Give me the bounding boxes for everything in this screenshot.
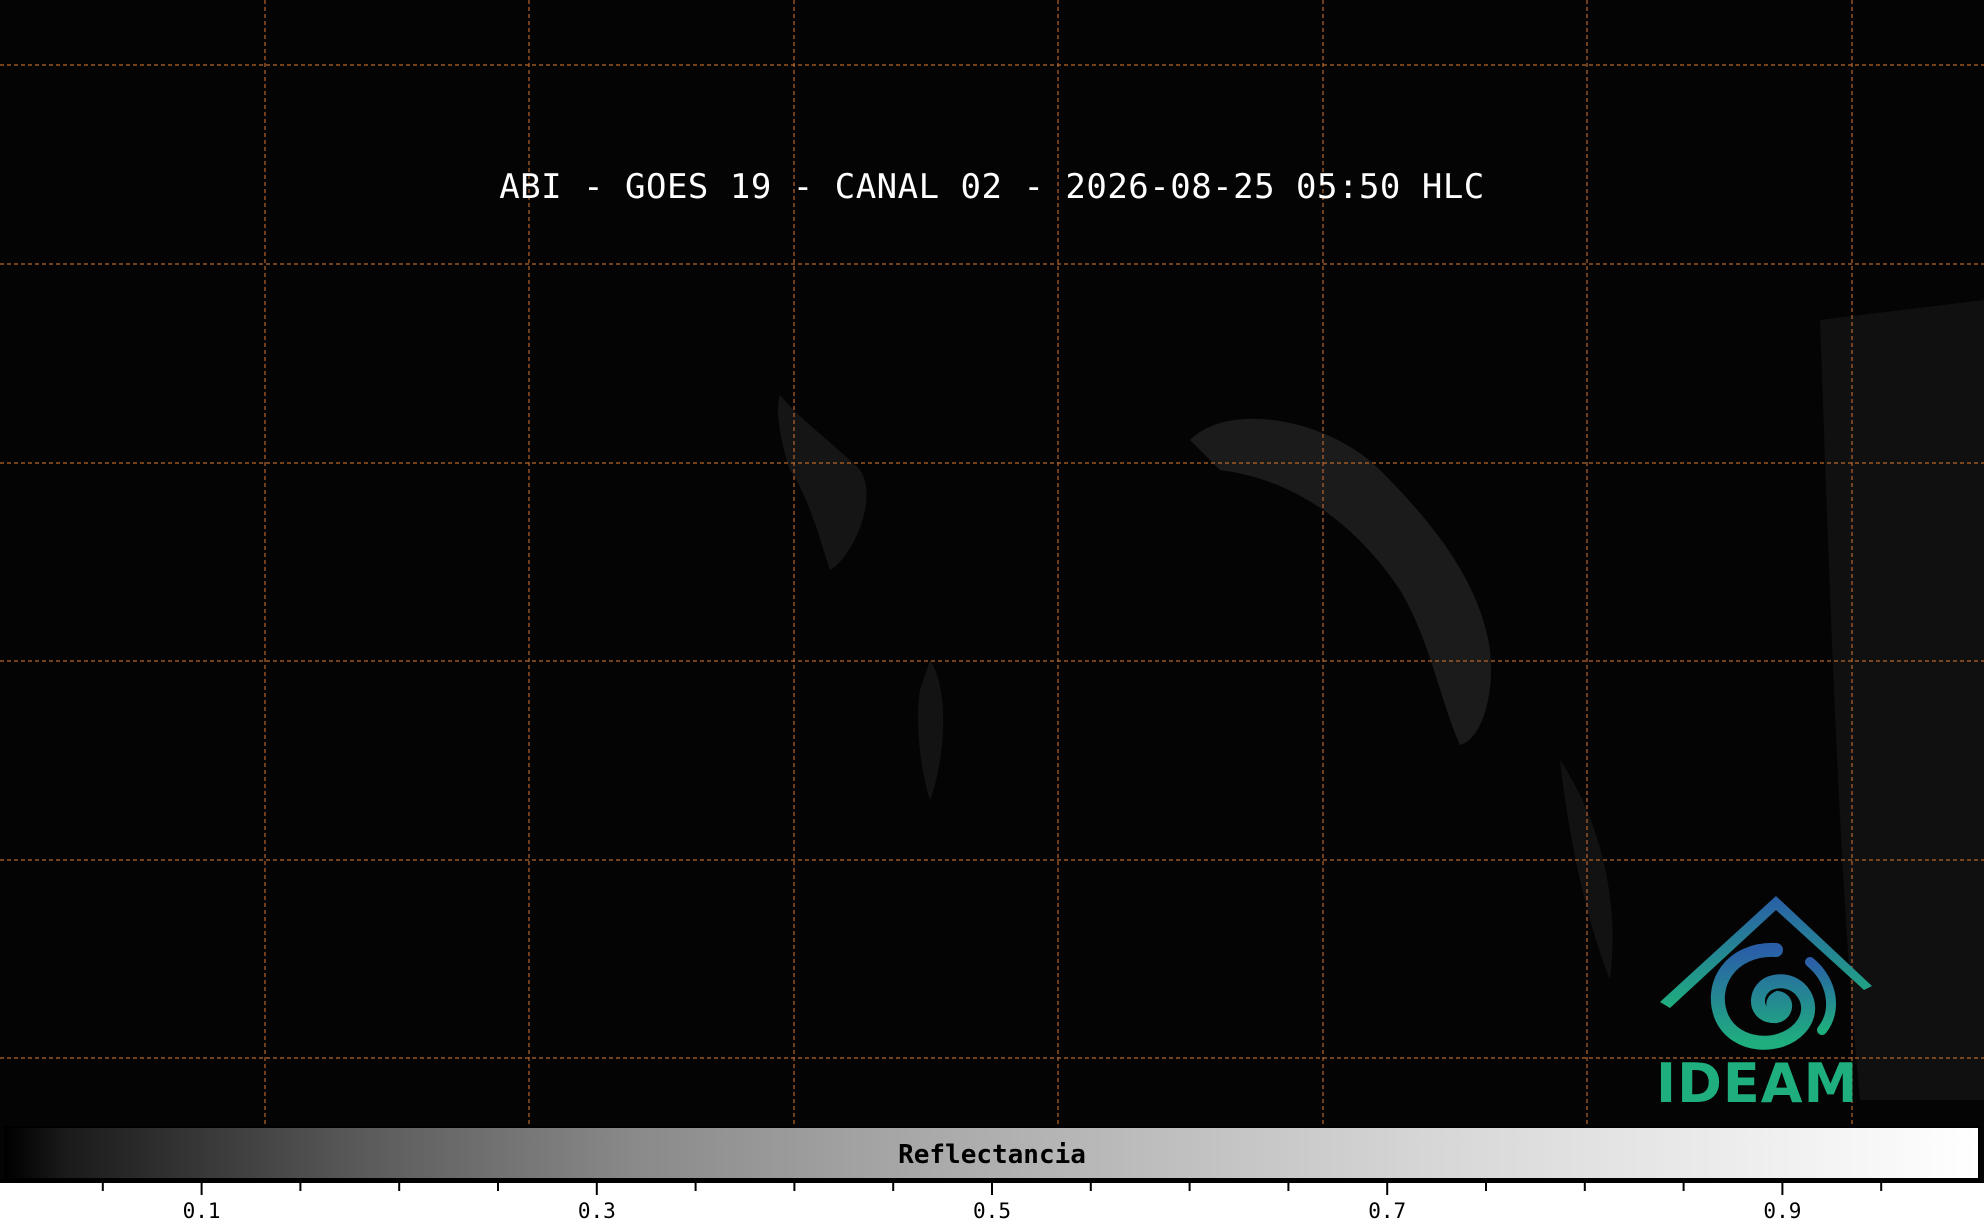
colorbar: Reflectancia	[4, 1126, 1980, 1180]
colorbar-tick-label: 0.1	[183, 1199, 221, 1223]
map-title: ABI - GOES 19 - CANAL 02 - 2026-08-25 05…	[499, 167, 1485, 207]
colorbar-tick-label: 0.7	[1368, 1199, 1406, 1223]
colorbar-tick-label: 0.3	[578, 1199, 616, 1223]
ideam-logo-text: IDEAM	[1656, 1052, 1859, 1115]
cloud-blob	[1190, 418, 1491, 745]
colorbar-tick-label: 0.5	[973, 1199, 1011, 1223]
satellite-map: ABI - GOES 19 - CANAL 02 - 2026-08-25 05…	[0, 0, 1984, 1223]
cloud-blob	[1560, 760, 1613, 980]
colorbar-ticks: 0.1 0.3 0.5 0.7 0.9	[101, 1183, 1883, 1223]
colorbar-label: Reflectancia	[898, 1140, 1086, 1170]
cloud-blob	[778, 395, 867, 570]
colorbar-axis: 0.1 0.3 0.5 0.7 0.9	[0, 1180, 1984, 1223]
colorbar-tick-label: 0.9	[1763, 1199, 1801, 1223]
cloud-blob	[918, 660, 944, 800]
